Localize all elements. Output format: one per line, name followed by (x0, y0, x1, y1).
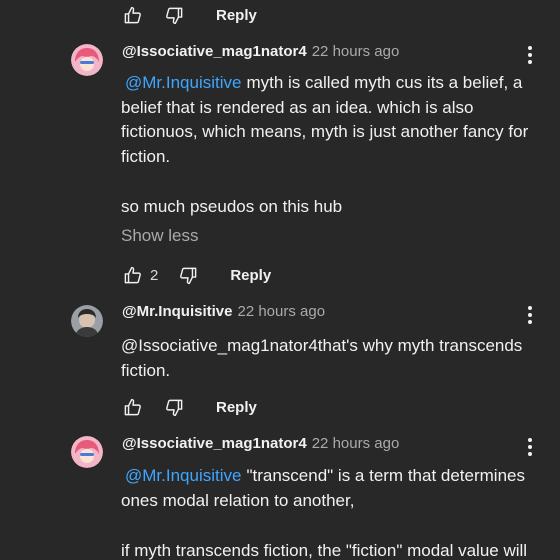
comment-actions: Reply (122, 395, 257, 419)
like-count: 2 (150, 266, 159, 284)
comment-actions: Reply (122, 3, 257, 27)
more-options-icon[interactable] (520, 43, 540, 67)
show-less-button[interactable]: Show less (121, 226, 198, 246)
comment-timestamp[interactable]: 22 hours ago (312, 435, 400, 452)
mention-link[interactable]: @Mr.Inquisitive (121, 73, 241, 92)
thumbs-up-icon[interactable] (122, 397, 142, 417)
comment-text: @Mr.Inquisitive "transcend" is a term tha… (121, 466, 525, 510)
reply-button[interactable]: Reply (230, 267, 271, 284)
comment-text: @Issociative_mag1nator4that's why myth t… (121, 336, 523, 380)
avatar[interactable] (71, 44, 103, 76)
thumbs-down-icon[interactable] (164, 5, 184, 25)
more-options-icon[interactable] (520, 303, 540, 327)
comment-header: @Issociative_mag1nator4 22 hours ago (122, 43, 399, 67)
avatar[interactable] (71, 305, 103, 337)
thumbs-down-icon[interactable] (178, 265, 198, 285)
mention-link[interactable]: @Mr.Inquisitive (121, 466, 241, 485)
comment-text-continued: if myth transcends fiction, the "fiction… (121, 541, 528, 560)
avatar[interactable] (71, 436, 103, 468)
thumbs-up-icon[interactable] (122, 5, 142, 25)
reply-button[interactable]: Reply (216, 7, 257, 24)
comment-actions: 2 Reply (122, 263, 271, 287)
comment-text: @Mr.Inquisitive myth is called myth cus i… (121, 73, 529, 166)
comment-author[interactable]: @Mr.Inquisitive (122, 303, 232, 320)
comment-author[interactable]: @Issociative_mag1nator4 (122, 435, 307, 452)
thumbs-up-icon[interactable] (122, 265, 142, 285)
more-options-icon[interactable] (520, 435, 540, 459)
reply-button[interactable]: Reply (216, 399, 257, 416)
comment-thread: Reply @Issociative_mag1nator4 22 hours a… (0, 0, 560, 560)
thumbs-down-icon[interactable] (164, 397, 184, 417)
comment-author[interactable]: @Issociative_mag1nator4 (122, 43, 307, 60)
comment-timestamp[interactable]: 22 hours ago (312, 43, 400, 60)
comment-text-continued: so much pseudos on this hub (121, 197, 343, 216)
comment-header: @Issociative_mag1nator4 22 hours ago (122, 435, 399, 459)
comment-timestamp[interactable]: 22 hours ago (237, 303, 325, 320)
comment-header: @Mr.Inquisitive 22 hours ago (122, 303, 325, 327)
